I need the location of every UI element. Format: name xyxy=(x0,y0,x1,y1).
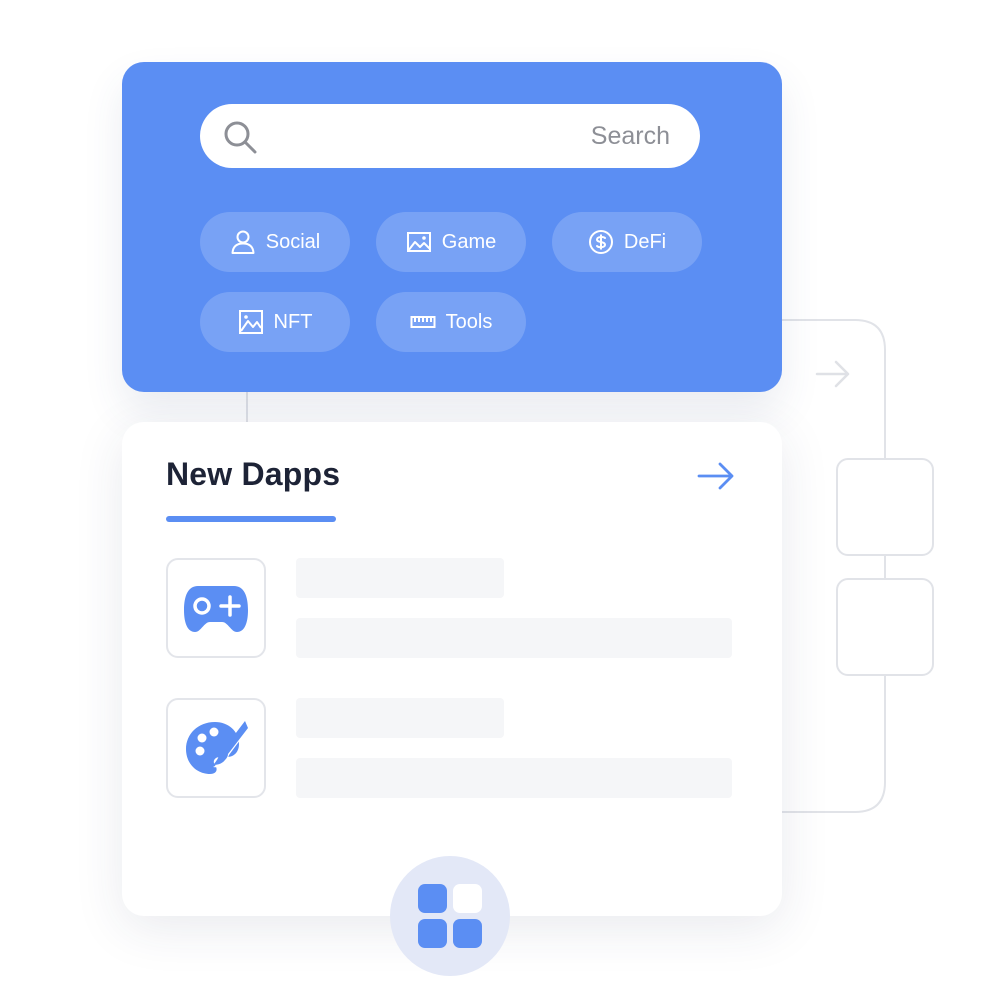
category-label: DeFi xyxy=(623,230,667,253)
dapp-thumbnail[interactable] xyxy=(166,558,266,658)
arrow-right-icon[interactable] xyxy=(696,458,736,494)
search-panel: Search Social Game DeFi NFT Tools xyxy=(122,62,782,392)
skeleton-line xyxy=(296,758,732,798)
side-placeholder-box xyxy=(836,578,934,676)
search-bar[interactable]: Search xyxy=(200,104,700,168)
search-icon xyxy=(224,121,257,154)
category-chip-defi[interactable]: DeFi xyxy=(552,212,702,272)
category-label: Social xyxy=(265,230,321,253)
category-label: NFT xyxy=(273,310,313,333)
category-label: Tools xyxy=(445,310,493,333)
skeleton-line xyxy=(296,558,504,598)
title-underline xyxy=(166,516,336,522)
category-label: Game xyxy=(441,230,497,253)
section-title: New Dapps xyxy=(166,456,341,492)
skeleton-line xyxy=(296,618,732,658)
dapp-thumbnail[interactable] xyxy=(166,698,266,798)
category-chip-social[interactable]: Social xyxy=(200,212,350,272)
palette-icon xyxy=(186,721,249,774)
skeleton-line xyxy=(296,698,504,738)
category-chip-tools[interactable]: Tools xyxy=(376,292,526,352)
category-chip-nft[interactable]: NFT xyxy=(200,292,350,352)
category-chip-game[interactable]: Game xyxy=(376,212,526,272)
dollar-coin-icon xyxy=(588,230,613,254)
image-frame-icon xyxy=(406,232,431,252)
user-icon xyxy=(231,230,255,254)
grid-icon xyxy=(418,884,482,948)
gamepad-icon xyxy=(184,586,248,632)
ruler-icon xyxy=(410,316,436,328)
search-placeholder: Search xyxy=(590,122,670,150)
side-arrow-icon xyxy=(815,360,850,388)
side-placeholder-box xyxy=(836,458,934,556)
new-dapps-card: New Dapps xyxy=(122,422,782,916)
dapp-browser-illustration: Search Social Game DeFi NFT Tools New Da… xyxy=(0,0,1000,1000)
picture-icon xyxy=(238,310,263,334)
apps-grid-button[interactable] xyxy=(390,856,510,976)
